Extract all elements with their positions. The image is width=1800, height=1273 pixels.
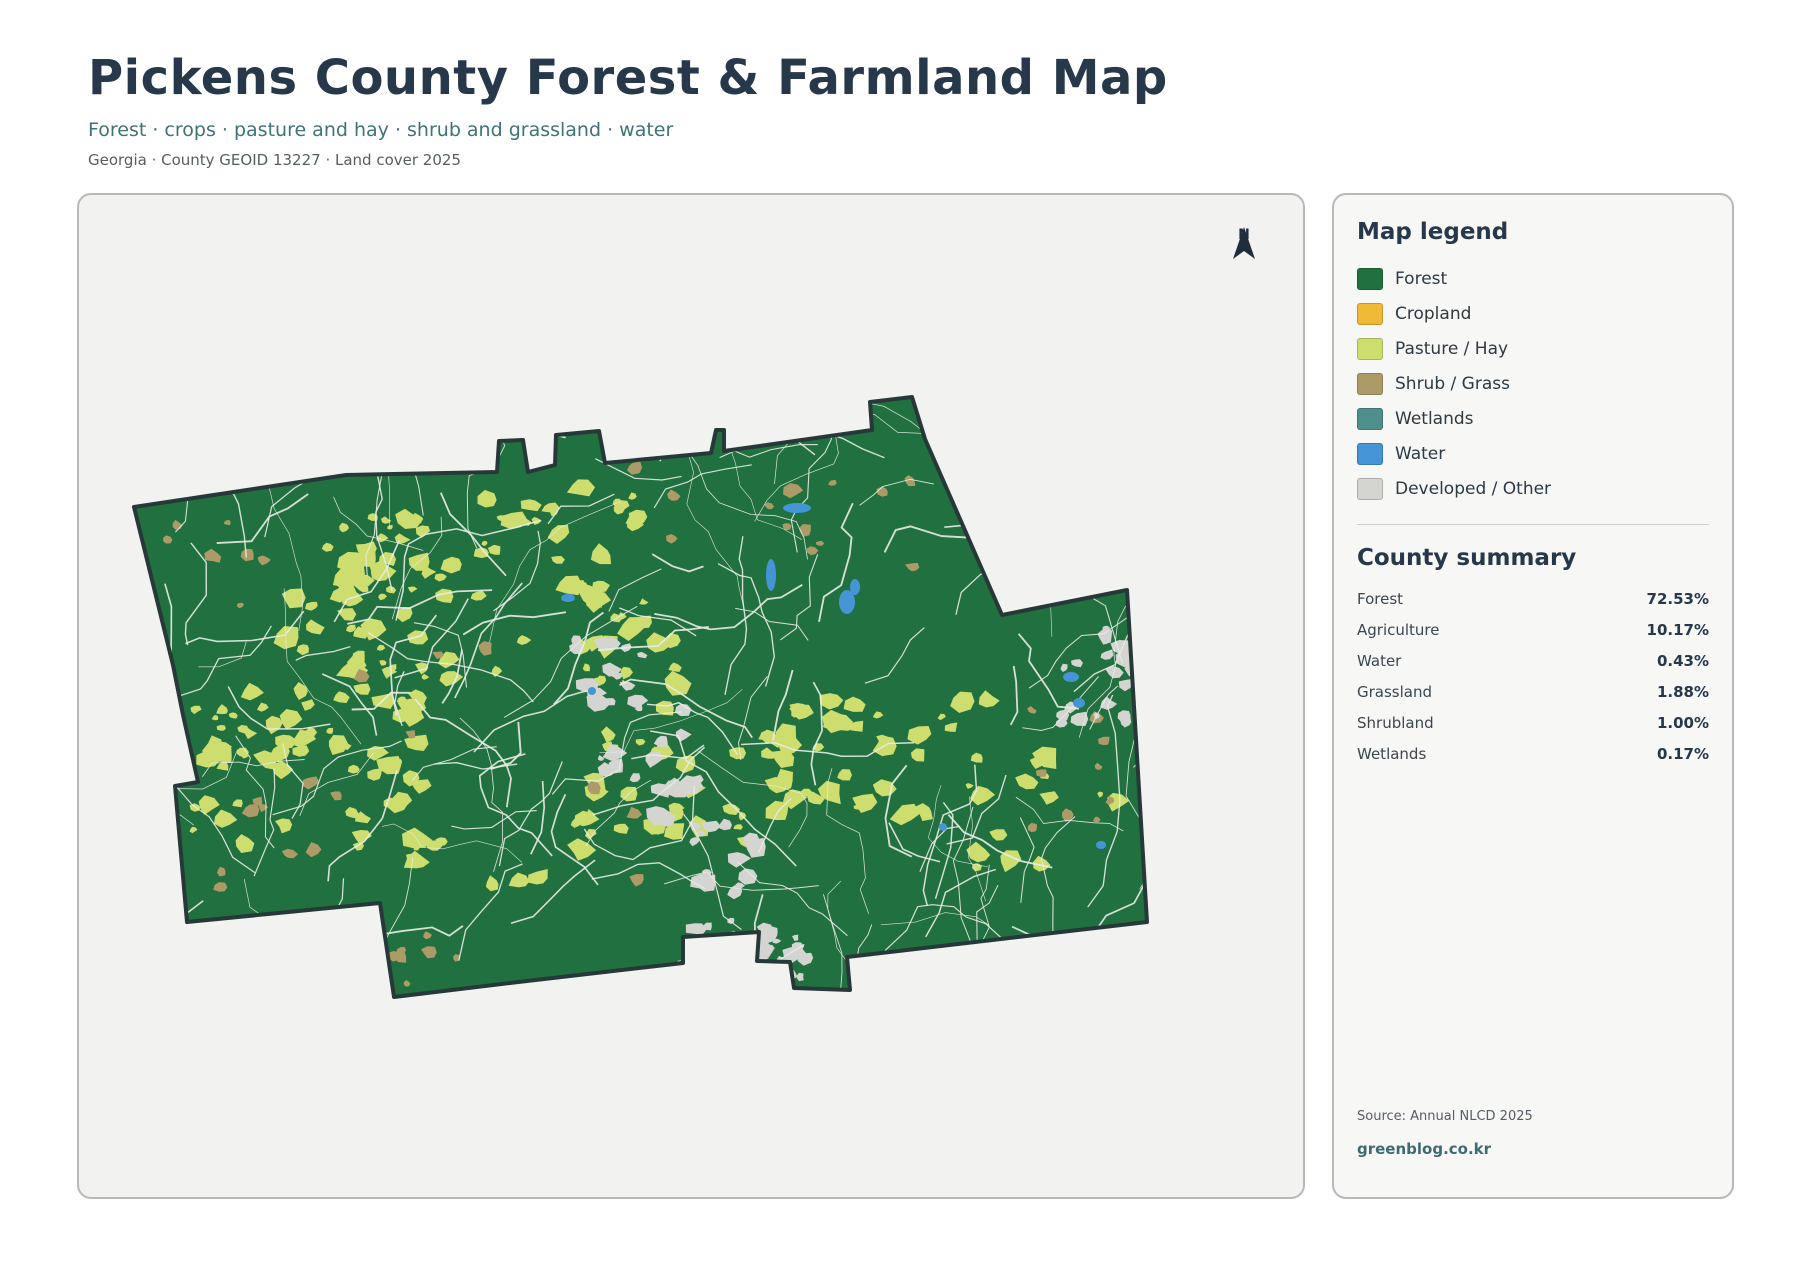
water-body bbox=[1096, 841, 1106, 849]
road-line bbox=[210, 935, 290, 964]
water-body bbox=[939, 823, 947, 831]
legend-item-developed: Developed / Other bbox=[1357, 471, 1709, 506]
legend-item-cropland: Cropland bbox=[1357, 296, 1709, 331]
source-note: Source: Annual NLCD 2025 bbox=[1357, 1109, 1533, 1124]
road-line bbox=[245, 441, 258, 485]
summary-name: Forest bbox=[1357, 589, 1404, 608]
road-line bbox=[677, 958, 739, 997]
water-body bbox=[455, 991, 463, 997]
summary-row: Wetlands 0.17% bbox=[1357, 738, 1709, 769]
summary-row: Grassland 1.88% bbox=[1357, 676, 1709, 707]
summary-value: 1.00% bbox=[1656, 713, 1709, 732]
summary-name: Grassland bbox=[1357, 682, 1432, 701]
forest-swatch bbox=[1357, 267, 1383, 290]
legend-list: Forest Cropland Pasture / Hay Shrub / Gr… bbox=[1357, 261, 1709, 506]
page-title: Pickens County Forest & Farmland Map bbox=[88, 50, 1168, 106]
legend-label: Water bbox=[1395, 443, 1446, 464]
landcover-patch bbox=[367, 959, 376, 968]
landcover-patch bbox=[761, 965, 773, 977]
summary-value: 1.88% bbox=[1656, 682, 1709, 701]
county-landcover bbox=[134, 397, 1147, 997]
road-line bbox=[392, 397, 473, 439]
water-body bbox=[766, 559, 776, 591]
divider bbox=[1357, 524, 1709, 525]
summary-name: Shrubland bbox=[1357, 713, 1434, 732]
legend-title: Map legend bbox=[1357, 219, 1509, 245]
water-swatch bbox=[1357, 442, 1383, 465]
road-line bbox=[200, 966, 303, 997]
legend-label: Wetlands bbox=[1395, 408, 1474, 429]
summary-value: 0.17% bbox=[1656, 744, 1709, 763]
legend-panel: Map legend Forest Cropland Pasture / Hay… bbox=[1332, 193, 1734, 1199]
landcover-patch bbox=[325, 964, 340, 976]
summary-row: Water 0.43% bbox=[1357, 645, 1709, 676]
legend-label: Developed / Other bbox=[1395, 478, 1552, 499]
landcover-patch bbox=[198, 484, 211, 493]
landcover-patch bbox=[361, 968, 372, 978]
landcover-patch bbox=[333, 973, 350, 989]
page-meta: Georgia · County GEOID 13227 · Land cove… bbox=[88, 151, 461, 169]
shrub-swatch bbox=[1357, 372, 1383, 395]
summary-value: 10.17% bbox=[1646, 620, 1709, 639]
summary-name: Water bbox=[1357, 651, 1402, 670]
summary-row: Agriculture 10.17% bbox=[1357, 614, 1709, 645]
site-link[interactable]: greenblog.co.kr bbox=[1357, 1140, 1491, 1158]
summary-table: Forest 72.53% Agriculture 10.17% Water 0… bbox=[1357, 583, 1709, 769]
road-line bbox=[1049, 444, 1147, 486]
county-map[interactable] bbox=[79, 195, 1303, 1197]
landcover-patch bbox=[144, 465, 159, 475]
cropland-swatch bbox=[1357, 302, 1383, 325]
pasture-swatch bbox=[1357, 337, 1383, 360]
water-body bbox=[850, 579, 860, 595]
summary-value: 0.43% bbox=[1656, 651, 1709, 670]
page-subtitle: Forest · crops · pasture and hay · shrub… bbox=[88, 119, 674, 141]
road-line bbox=[1005, 397, 1075, 468]
north-arrow: N bbox=[1229, 225, 1259, 259]
landcover-patch bbox=[761, 976, 768, 982]
legend-item-water: Water bbox=[1357, 436, 1709, 471]
legend-item-forest: Forest bbox=[1357, 261, 1709, 296]
landcover-patch bbox=[756, 970, 765, 978]
water-body bbox=[1063, 672, 1079, 682]
road-line bbox=[1005, 979, 1070, 997]
water-body bbox=[1073, 698, 1085, 708]
legend-item-pasture: Pasture / Hay bbox=[1357, 331, 1709, 366]
map-header: Pickens County Forest & Farmland Map For… bbox=[88, 48, 1488, 170]
road-line bbox=[154, 909, 180, 997]
summary-name: Agriculture bbox=[1357, 620, 1440, 639]
summary-value: 72.53% bbox=[1646, 589, 1709, 608]
summary-row: Forest 72.53% bbox=[1357, 583, 1709, 614]
legend-label: Forest bbox=[1395, 268, 1448, 289]
north-arrow-icon bbox=[1233, 227, 1255, 259]
road-line bbox=[951, 397, 1055, 493]
road-line bbox=[304, 975, 361, 997]
map-panel[interactable]: N bbox=[77, 193, 1305, 1199]
summary-row: Shrubland 1.00% bbox=[1357, 707, 1709, 738]
water-body bbox=[588, 687, 596, 695]
legend-item-wetlands: Wetlands bbox=[1357, 401, 1709, 436]
summary-title: County summary bbox=[1357, 545, 1577, 571]
landcover-patch bbox=[1036, 769, 1047, 777]
road-line bbox=[999, 512, 1123, 573]
legend-item-shrub: Shrub / Grass bbox=[1357, 366, 1709, 401]
summary-name: Wetlands bbox=[1357, 744, 1427, 763]
legend-label: Shrub / Grass bbox=[1395, 373, 1510, 394]
landcover-patch bbox=[216, 725, 226, 731]
road-line bbox=[1141, 885, 1147, 948]
landcover-patch bbox=[160, 464, 168, 472]
water-body bbox=[561, 594, 575, 602]
legend-label: Pasture / Hay bbox=[1395, 338, 1509, 359]
legend-label: Cropland bbox=[1395, 303, 1472, 324]
wetlands-swatch bbox=[1357, 407, 1383, 430]
developed-swatch bbox=[1357, 477, 1383, 500]
landcover-patch bbox=[366, 953, 373, 959]
water-body bbox=[783, 503, 811, 513]
